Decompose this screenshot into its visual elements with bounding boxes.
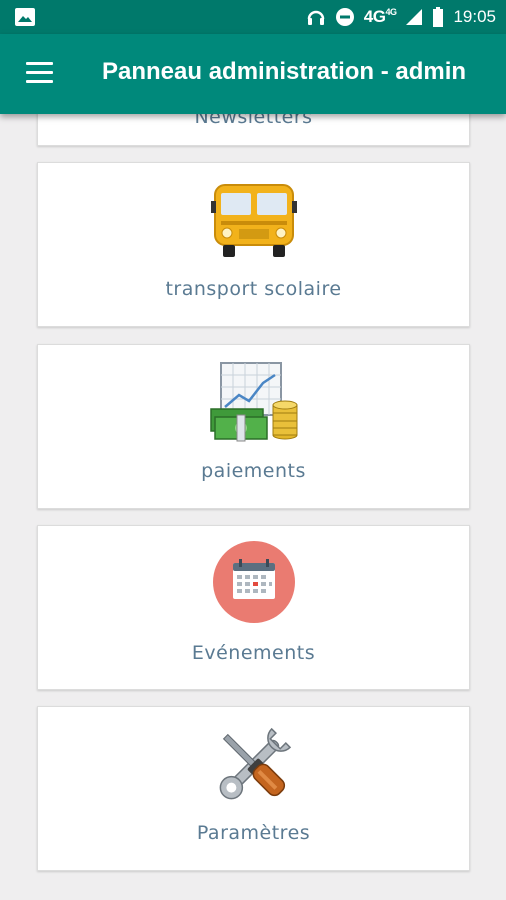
school-bus-icon [210, 184, 297, 257]
card-parametres[interactable]: Paramètres [37, 706, 470, 871]
app-bar: Panneau administration - admin [0, 34, 506, 114]
clock: 19:05 [453, 7, 496, 26]
card-paiements[interactable]: paiements [37, 344, 470, 509]
status-bar: 4G4G 19:05 [0, 0, 506, 34]
card-label: Newsletters [194, 114, 313, 128]
network-type: 4G4G [363, 7, 397, 26]
card-label: paiements [201, 460, 306, 482]
card-label: transport scolaire [165, 278, 342, 300]
card-label: Evénements [191, 642, 316, 664]
signal-icon [406, 9, 423, 25]
card-transport-scolaire[interactable]: transport scolaire [37, 162, 470, 327]
battery-icon [433, 7, 444, 27]
calendar-icon [212, 541, 295, 623]
image-icon [15, 8, 35, 26]
payments-chart-money-icon [209, 362, 297, 442]
do-not-disturb-icon [335, 8, 354, 26]
card-label: Paramètres [196, 822, 311, 844]
page-title: Panneau administration - admin [102, 58, 467, 85]
tools-icon [219, 727, 291, 800]
hamburger-menu-icon[interactable] [26, 62, 54, 84]
headphones-icon [307, 10, 324, 25]
card-newsletters[interactable]: Newsletters [37, 114, 470, 146]
menu-card-list[interactable]: Newsletters transport scolaire paiements… [0, 114, 506, 900]
card-evenements[interactable]: Evénements [37, 525, 470, 690]
